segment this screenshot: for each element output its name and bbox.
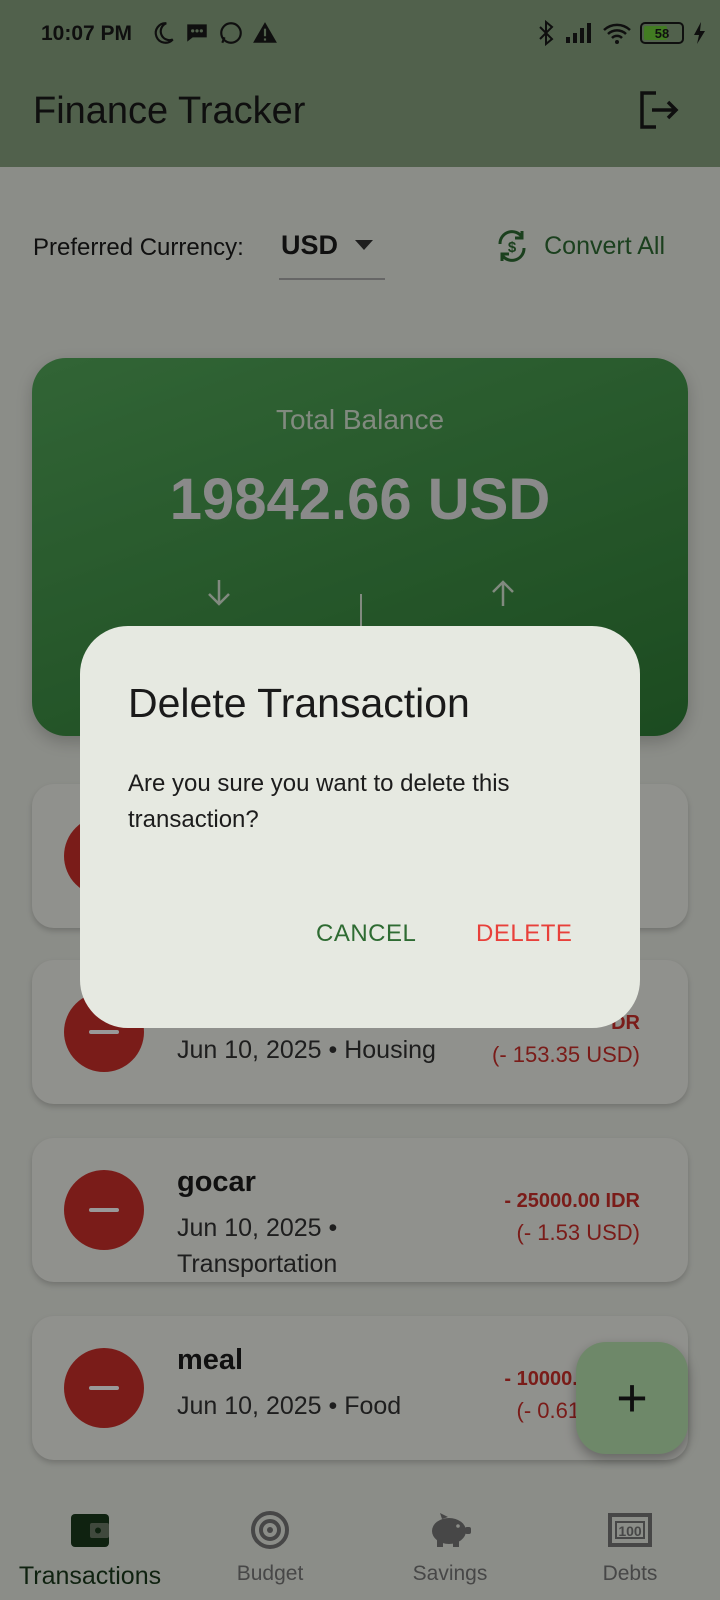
delete-button[interactable]: DELETE bbox=[462, 914, 586, 954]
dialog-title: Delete Transaction bbox=[128, 680, 470, 726]
cancel-button[interactable]: CANCEL bbox=[302, 914, 430, 954]
dialog-message: Are you sure you want to delete this tra… bbox=[128, 770, 510, 833]
delete-transaction-dialog: Delete Transaction Are you sure you want… bbox=[80, 626, 640, 1028]
